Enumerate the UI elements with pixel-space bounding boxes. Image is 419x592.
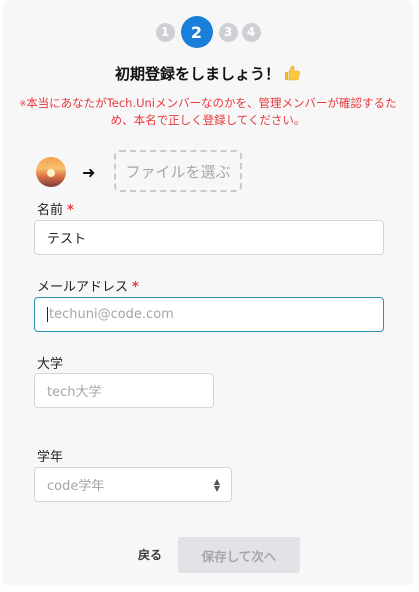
university-label: 大学 (37, 357, 64, 372)
name-input-value: テスト (47, 232, 87, 247)
name-input[interactable]: テスト (34, 220, 384, 255)
text-caret (47, 307, 48, 322)
notice-body: 本当にあなたがTech.Uniメンバーなのかを、管理メンバーが確認するため、本名… (26, 96, 397, 127)
name-label: 名前 * (37, 199, 74, 218)
university-input[interactable]: tech大学 (34, 373, 214, 408)
email-label-text: メールアドレス (37, 280, 129, 295)
page-title-text: 初期登録をしましょう！ (114, 65, 280, 83)
choose-file-button[interactable]: ファイルを選ぶ (114, 150, 242, 192)
select-chevrons-icon: ▲ ▼ (213, 476, 220, 493)
grade-selected-value: code学年 (47, 479, 105, 494)
step-4: 4 (241, 22, 261, 42)
back-button[interactable]: 戻る (138, 546, 162, 563)
step-indicator: 1 2 3 4 (3, 16, 413, 48)
avatar-sun (47, 169, 55, 177)
save-and-next-button[interactable]: 保存して次へ (178, 537, 300, 573)
notice-text: ※本当にあなたがTech.Uniメンバーなのかを、管理メンバーが確認するため、本… (15, 95, 401, 129)
email-input[interactable]: techuni@code.com (34, 297, 384, 332)
email-placeholder: techuni@code.com (49, 307, 174, 322)
step-1: 1 (155, 22, 175, 42)
name-required-mark: * (67, 203, 74, 218)
thumbs-up-icon (283, 64, 301, 86)
university-placeholder: tech大学 (47, 385, 102, 400)
registration-panel: 1 2 3 4 初期登録をしましょう！ ※本当にあなたがTech.Uniメンバー… (3, 0, 413, 586)
page-title: 初期登録をしましょう！ (3, 63, 413, 86)
step-2-active: 2 (180, 16, 213, 48)
grade-select[interactable]: code学年 ▲ ▼ (34, 467, 232, 502)
avatar (36, 157, 66, 187)
name-label-text: 名前 (37, 203, 64, 218)
email-required-mark: * (132, 280, 139, 295)
arrow-right-icon: ➜ (82, 163, 96, 182)
grade-label: 学年 (37, 450, 64, 465)
email-label: メールアドレス * (37, 276, 139, 295)
step-3: 3 (218, 22, 238, 42)
